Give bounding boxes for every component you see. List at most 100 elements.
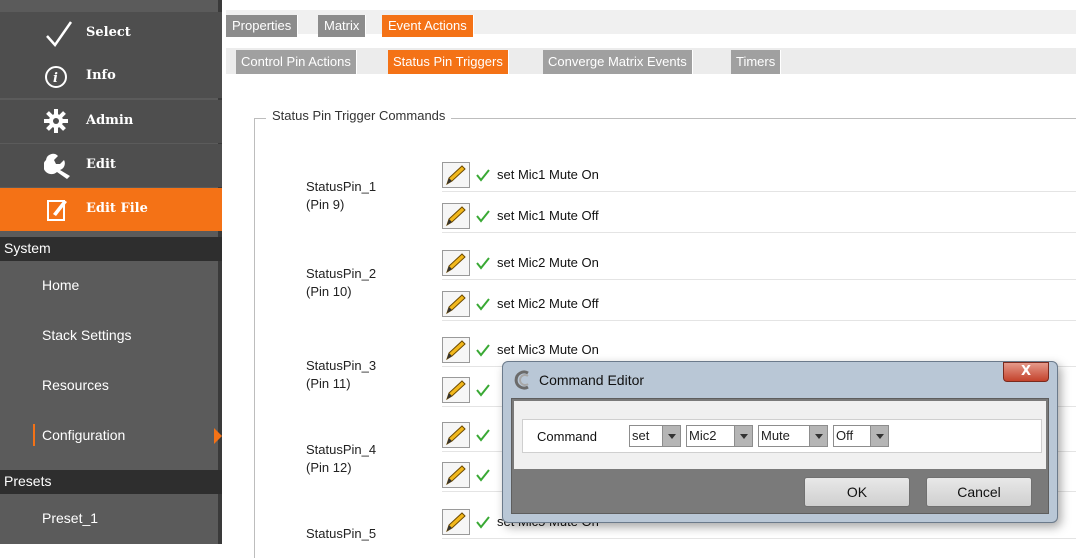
check-icon — [476, 210, 490, 223]
subtab-control-pin-actions[interactable]: Control Pin Actions — [236, 50, 357, 74]
tab-properties[interactable]: Properties — [226, 15, 299, 37]
edit-command-button[interactable] — [442, 162, 470, 188]
pin-name: StatusPin_2 — [306, 266, 377, 281]
dialog-body: Command set Mic2 Mute Off OK Cancel — [511, 398, 1049, 514]
verb-dropdown[interactable]: set — [629, 425, 681, 447]
pin-name: StatusPin_1 — [306, 179, 377, 194]
check-icon — [476, 516, 490, 529]
selection-indicator — [33, 424, 35, 446]
pin-name: StatusPin_5 — [306, 526, 377, 541]
nav-admin-button[interactable]: Admin — [0, 100, 222, 143]
edit-command-button[interactable] — [442, 422, 470, 448]
tab-event-actions[interactable]: Event Actions — [382, 15, 474, 37]
edit-command-button[interactable] — [442, 509, 470, 535]
command-text: set Mic1 Mute On — [497, 167, 599, 182]
wrench-icon — [44, 153, 70, 179]
pin-number: (Pin 12) — [306, 460, 352, 475]
pin-label-4: StatusPin_4 (Pin 12) — [306, 441, 426, 477]
pin-number: (Pin 10) — [306, 284, 352, 299]
sidebar-item-resources[interactable]: Resources — [0, 362, 222, 412]
chevron-down-icon[interactable] — [870, 426, 888, 446]
sidebar-item-configuration[interactable]: Configuration — [0, 412, 222, 462]
sidebar-item-preset-1[interactable]: Preset_1 — [0, 495, 222, 545]
section-presets: Presets — [0, 470, 222, 494]
pin-name: StatusPin_4 — [306, 442, 377, 457]
nav-edit-button[interactable]: Edit — [0, 144, 222, 187]
command-row: set Mic1 Mute Off — [442, 199, 1076, 233]
command-field: Command set Mic2 Mute Off — [522, 419, 1042, 453]
command-editor-dialog: Command Editor X Command set Mic2 Mute O… — [502, 361, 1058, 523]
edit-command-button[interactable] — [442, 377, 470, 403]
nav-info-button[interactable]: i Info — [0, 55, 222, 98]
edit-command-button[interactable] — [442, 203, 470, 229]
check-icon — [476, 384, 490, 397]
command-text: set Mic2 Mute Off — [497, 296, 599, 311]
pin-number: (Pin 9) — [306, 197, 345, 212]
command-label: Command — [537, 429, 597, 444]
check-icon — [476, 298, 490, 311]
command-row: set Mic2 Mute Off — [442, 287, 1076, 321]
target-value: Mic2 — [689, 428, 717, 443]
tab-bar: Properties Matrix Event Actions — [226, 10, 1076, 37]
chevron-down-icon[interactable] — [809, 426, 827, 446]
pencil-icon — [446, 512, 466, 533]
nav-edit-file-button[interactable]: Edit File — [0, 188, 222, 231]
nav-select-button[interactable]: Select — [0, 12, 222, 55]
command-row: set Mic1 Mute On — [442, 158, 1076, 192]
pencil-icon — [446, 340, 466, 361]
close-button[interactable]: X — [1003, 362, 1049, 382]
value-dropdown[interactable]: Off — [833, 425, 889, 447]
pin-name: StatusPin_3 — [306, 358, 377, 373]
cancel-button[interactable]: Cancel — [926, 477, 1032, 507]
check-icon — [476, 257, 490, 270]
edit-file-icon — [47, 200, 67, 221]
command-row: set Mic2 Mute On — [442, 246, 1076, 280]
property-dropdown[interactable]: Mute — [758, 425, 828, 447]
check-icon — [46, 21, 73, 48]
pencil-icon — [446, 253, 466, 274]
check-icon — [476, 429, 490, 442]
pencil-icon — [446, 206, 466, 227]
section-system: System — [0, 237, 222, 261]
pencil-icon — [446, 380, 466, 401]
verb-value: set — [632, 428, 650, 443]
edit-command-button[interactable] — [442, 250, 470, 276]
check-icon — [476, 169, 490, 182]
tab-matrix[interactable]: Matrix — [318, 15, 367, 37]
edit-command-button[interactable] — [442, 337, 470, 363]
pin-label-2: StatusPin_2 (Pin 10) — [306, 265, 426, 301]
subtab-status-pin-triggers[interactable]: Status Pin Triggers — [388, 50, 509, 74]
svg-text:i: i — [53, 71, 58, 86]
chevron-down-icon[interactable] — [662, 426, 680, 446]
info-icon: i — [45, 66, 67, 88]
subtab-converge-matrix-events[interactable]: Converge Matrix Events — [543, 50, 693, 74]
pencil-icon — [446, 294, 466, 315]
edit-command-button[interactable] — [442, 291, 470, 317]
pin-number: (Pin 11) — [306, 376, 351, 391]
edit-command-button[interactable] — [442, 462, 470, 488]
dialog-content: Command set Mic2 Mute Off — [514, 401, 1046, 469]
command-text: set Mic3 Mute On — [497, 342, 599, 357]
sidebar: Select i Info Admin Edit Edit File Syste… — [0, 0, 222, 544]
property-value: Mute — [761, 428, 790, 443]
pin-label-5: StatusPin_5 — [306, 525, 426, 543]
check-icon — [476, 344, 490, 357]
sidebar-item-home[interactable]: Home — [0, 262, 222, 312]
subtab-timers[interactable]: Timers — [731, 50, 782, 74]
command-text: set Mic1 Mute Off — [497, 208, 599, 223]
subtab-bar: Control Pin Actions Status Pin Triggers … — [226, 48, 1076, 74]
value-value: Off — [836, 428, 854, 443]
check-icon — [476, 469, 490, 482]
group-title: Status Pin Trigger Commands — [266, 108, 452, 123]
dialog-title: Command Editor — [539, 372, 645, 388]
gear-icon — [44, 109, 68, 133]
pencil-icon — [446, 425, 466, 446]
target-dropdown[interactable]: Mic2 — [686, 425, 753, 447]
pencil-icon — [446, 465, 466, 486]
selected-arrow-icon — [214, 428, 222, 444]
sidebar-item-stack-settings[interactable]: Stack Settings — [0, 312, 222, 362]
pencil-icon — [446, 165, 466, 186]
pin-label-1: StatusPin_1 (Pin 9) — [306, 178, 426, 214]
chevron-down-icon[interactable] — [734, 426, 752, 446]
ok-button[interactable]: OK — [804, 477, 910, 507]
